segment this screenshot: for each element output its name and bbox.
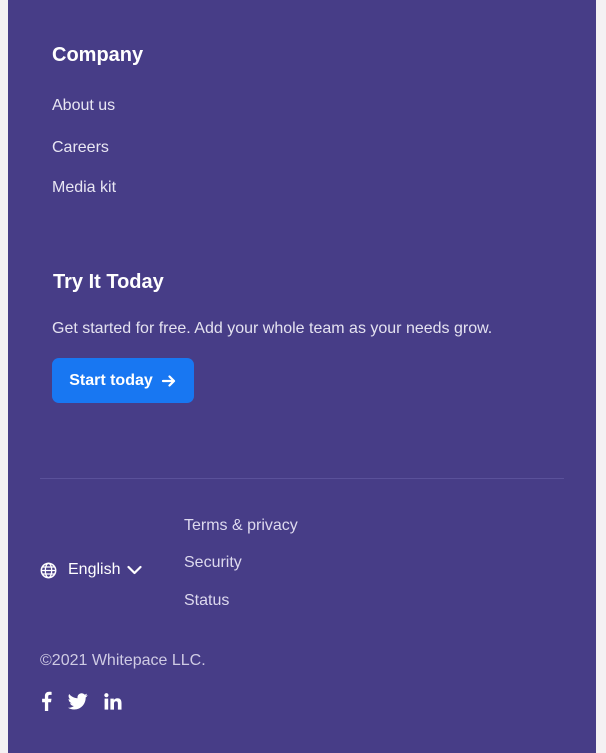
terms-privacy-link[interactable]: Terms & privacy <box>184 517 298 535</box>
globe-icon <box>40 562 57 578</box>
security-link[interactable]: Security <box>184 554 242 572</box>
twitter-icon <box>68 692 88 709</box>
media-kit-link[interactable]: Media kit <box>52 179 116 197</box>
try-it-description: Get started for free. Add your whole tea… <box>52 320 493 337</box>
site-footer: Company About us Careers Media kit Try I… <box>8 0 596 753</box>
twitter-link[interactable] <box>68 690 88 712</box>
language-label: English <box>68 561 121 578</box>
facebook-link[interactable] <box>41 690 52 712</box>
start-today-button[interactable]: Start today <box>52 358 194 403</box>
footer-divider <box>40 478 564 479</box>
about-us-link[interactable]: About us <box>52 97 115 115</box>
arrow-right-icon <box>161 374 175 387</box>
try-it-heading: Try It Today <box>53 271 164 293</box>
chevron-down-icon <box>127 565 143 575</box>
start-today-label: Start today <box>69 371 153 389</box>
careers-link[interactable]: Careers <box>52 139 109 157</box>
copyright-text: ©2021 Whitepace LLC. <box>40 652 206 669</box>
language-selector[interactable]: English <box>40 559 143 581</box>
linkedin-icon <box>104 692 122 710</box>
company-heading: Company <box>52 44 144 66</box>
linkedin-link[interactable] <box>104 690 122 712</box>
status-link[interactable]: Status <box>184 592 229 610</box>
facebook-icon <box>42 691 52 711</box>
